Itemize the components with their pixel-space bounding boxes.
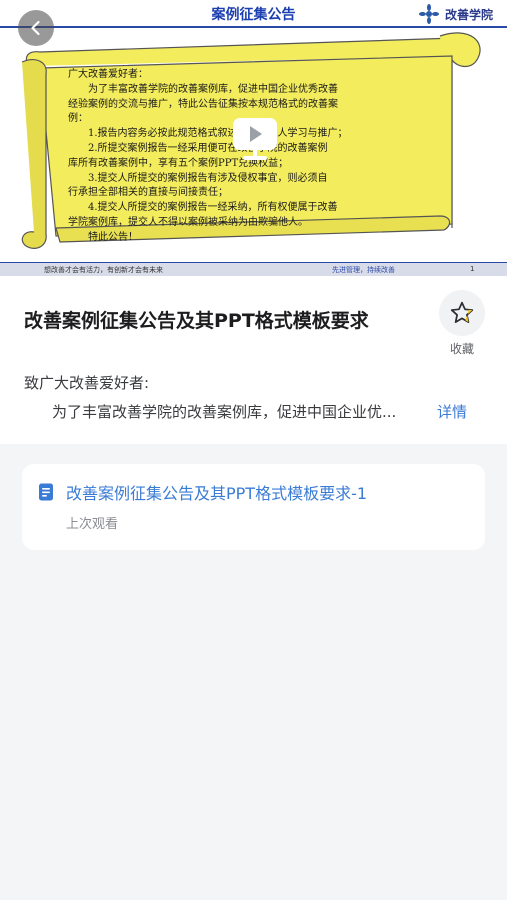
- favorite-label: 收藏: [449, 342, 474, 356]
- slide-line: 经验案例的交流与推广，特此公告征集按本规范格式的改善案: [68, 98, 338, 110]
- slide-line: 广大改善爱好者：: [68, 69, 148, 80]
- detail-link[interactable]: 详情: [437, 401, 467, 422]
- favorite-icon-wrapper: [439, 290, 485, 336]
- video-player[interactable]: 案例征集公告 改善学院 广大改善爱好者： 为了丰富改善学院的改善案例库，促进中国…: [0, 0, 507, 276]
- slide-line: 3.提交人所提交的案例报告有涉及侵权事宜，则必须自: [68, 172, 328, 184]
- slide-logo: 改善学院: [418, 4, 493, 24]
- slide-line: 4.提交人所提交的案例报告一经采纳，所有权便属于改善: [68, 202, 338, 214]
- slide-footer: 想改善才会有活力，有创新才会有未来 先进管理，持续改善 1: [0, 262, 507, 276]
- back-button[interactable]: [18, 10, 54, 46]
- document-icon: [39, 483, 53, 501]
- slide-line: 学院案例库，提交人不得以案例被采纳为由欺骗他人。: [68, 216, 308, 228]
- slide-page-number: 1: [470, 265, 475, 273]
- chapter-title: 改善案例征集公告及其PPT格式模板要求-1: [66, 484, 368, 503]
- star-icon: [450, 301, 474, 323]
- slide-footer-right: 先进管理，持续改善: [332, 266, 395, 274]
- play-button[interactable]: [229, 112, 281, 164]
- back-icon: [31, 20, 40, 36]
- chapter-item[interactable]: 改善案例征集公告及其PPT格式模板要求-1 上次观看: [22, 464, 485, 550]
- course-title: 改善案例征集公告及其PPT格式模板要求: [24, 310, 369, 332]
- logo-icon: [418, 4, 439, 24]
- slide-title-bar: 案例征集公告 改善学院: [0, 0, 507, 28]
- description-greeting: 致广大改善爱好者:: [24, 374, 150, 392]
- slide-logo-text: 改善学院: [444, 7, 493, 22]
- slide-line: 行承担全部相关的直接与间接责任；: [68, 187, 228, 199]
- play-icon: [233, 118, 277, 160]
- favorite-button[interactable]: 收藏: [438, 290, 486, 357]
- description-summary: 为了丰富改善学院的改善案例库，促进中国企业优...: [52, 403, 397, 421]
- chapter-status: 上次观看: [66, 517, 119, 532]
- slide-footer-left: 想改善才会有活力，有创新才会有未来: [44, 266, 163, 274]
- slide-line: 为了丰富改善学院的改善案例库，促进中国企业优秀改善: [68, 83, 338, 95]
- slide-line: 特此公告！: [68, 231, 138, 243]
